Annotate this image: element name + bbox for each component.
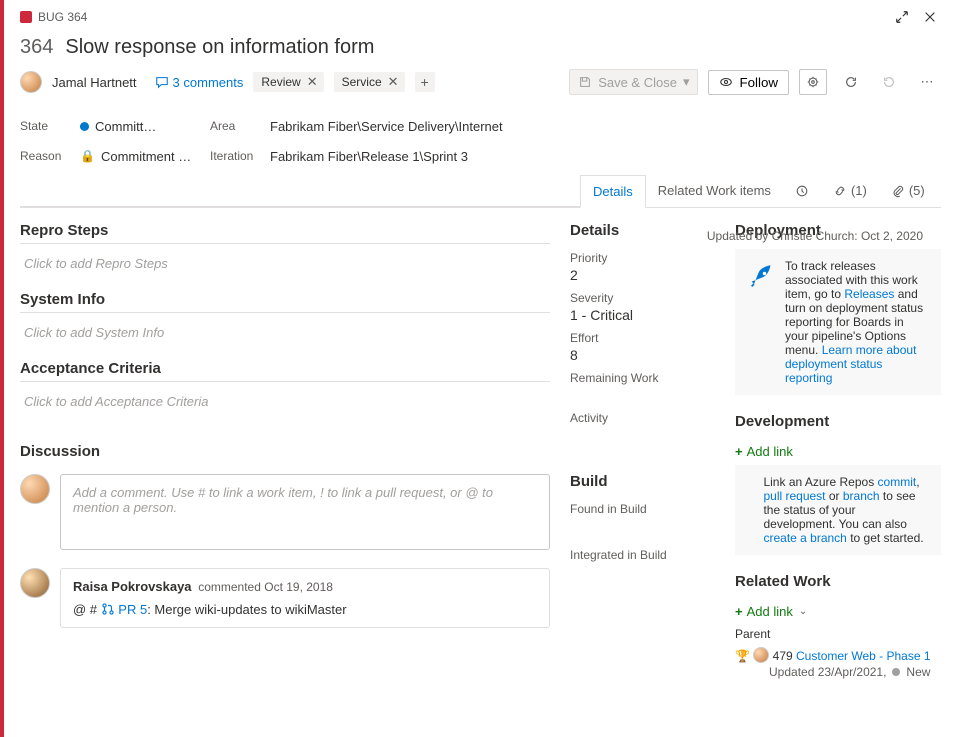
effort-label: Effort	[570, 331, 715, 345]
epic-icon: 🏆	[735, 649, 750, 663]
area-label: Area	[210, 111, 270, 141]
activity-label: Activity	[570, 411, 715, 425]
updated-by-text: Updated by Christie Church: Oct 2, 2020	[707, 229, 923, 243]
tag-service[interactable]: Service✕	[334, 72, 405, 92]
discussion-input[interactable]: Add a comment. Use # to link a work item…	[60, 474, 550, 550]
commit-link[interactable]: commit	[878, 475, 917, 489]
discussion-heading: Discussion	[20, 443, 550, 464]
work-item-id: 364	[20, 36, 53, 59]
system-info-heading: System Info	[20, 291, 550, 313]
rocket-icon	[747, 263, 775, 291]
settings-icon[interactable]	[799, 69, 827, 95]
state-dot-icon	[80, 122, 89, 131]
parent-label: Parent	[735, 627, 941, 641]
comment-author-avatar	[20, 568, 50, 598]
pull-request-icon	[101, 602, 115, 616]
pull-request-link[interactable]: pull request	[763, 489, 825, 503]
tag-remove-icon[interactable]: ✕	[307, 74, 318, 90]
acceptance-criteria-input[interactable]: Click to add Acceptance Criteria	[20, 386, 550, 429]
tab-history[interactable]	[783, 175, 821, 207]
current-user-avatar	[20, 474, 50, 504]
assignee-name[interactable]: Jamal Hartnett	[52, 75, 137, 90]
add-tag-button[interactable]: +	[415, 72, 435, 92]
state-label: State	[20, 111, 80, 141]
link-icon	[833, 184, 847, 198]
iteration-label: Iteration	[210, 141, 270, 171]
save-icon	[578, 75, 592, 89]
attachment-icon	[891, 184, 905, 198]
comment-item: Raisa Pokrovskaya commented Oct 19, 2018…	[60, 568, 550, 628]
repro-steps-heading: Repro Steps	[20, 222, 550, 244]
tag-review[interactable]: Review✕	[253, 72, 323, 92]
remaining-work-label: Remaining Work	[570, 371, 715, 385]
details-heading: Details	[570, 222, 715, 243]
iteration-value[interactable]: Fabrikam Fiber\Release 1\Sprint 3	[270, 141, 941, 171]
work-item-type-id: BUG 364	[38, 10, 87, 24]
repro-steps-input[interactable]: Click to add Repro Steps	[20, 248, 550, 291]
comment-author[interactable]: Raisa Pokrovskaya	[73, 579, 192, 594]
work-item-title[interactable]: Slow response on information form	[65, 36, 374, 59]
remaining-work-value[interactable]	[570, 387, 715, 403]
priority-value[interactable]: 2	[570, 267, 715, 283]
tab-attachments[interactable]: (5)	[879, 175, 937, 207]
follow-button[interactable]: Follow	[708, 70, 789, 95]
severity-label: Severity	[570, 291, 715, 305]
refresh-icon[interactable]	[837, 69, 865, 95]
lock-icon: 🔒	[80, 149, 95, 163]
undo-icon[interactable]	[875, 69, 903, 95]
bug-type-icon	[20, 11, 32, 23]
priority-label: Priority	[570, 251, 715, 265]
tab-related[interactable]: Related Work items	[646, 175, 783, 207]
area-value[interactable]: Fabrikam Fiber\Service Delivery\Internet	[270, 111, 941, 141]
severity-value[interactable]: 1 - Critical	[570, 307, 715, 323]
comment-icon	[155, 75, 169, 89]
chevron-down-icon: ⌄	[799, 606, 807, 617]
system-info-input[interactable]: Click to add System Info	[20, 317, 550, 360]
comment-body: @ # PR 5: Merge wiki-updates to wikiMast…	[73, 602, 537, 617]
save-close-button: Save & Close ▾	[569, 69, 698, 95]
parent-meta: Updated 23/Apr/2021, New	[769, 665, 941, 679]
build-heading: Build	[570, 473, 715, 494]
pr-link[interactable]: PR 5	[101, 602, 148, 617]
reason-label: Reason	[20, 141, 80, 171]
tab-details[interactable]: Details	[580, 175, 646, 208]
related-work-heading: Related Work	[735, 573, 941, 594]
tab-links[interactable]: (1)	[821, 175, 879, 207]
create-branch-link[interactable]: create a branch	[763, 531, 846, 545]
found-in-build-value[interactable]	[570, 518, 715, 534]
dev-add-link-button[interactable]: +Add link	[735, 444, 793, 459]
effort-value[interactable]: 8	[570, 347, 715, 363]
history-icon	[795, 184, 809, 198]
deployment-info: To track releases associated with this w…	[735, 249, 941, 395]
expand-icon[interactable]	[891, 6, 913, 28]
assignee-avatar[interactable]	[20, 71, 42, 93]
development-info: Link an Azure Repos commit, pull request…	[735, 465, 941, 555]
integrated-in-build-label: Integrated in Build	[570, 548, 715, 562]
activity-value[interactable]	[570, 427, 715, 443]
parent-title-link[interactable]: Customer Web - Phase 1	[796, 649, 931, 663]
state-value[interactable]: Committ…	[80, 111, 210, 141]
parent-work-item[interactable]: 🏆 479 Customer Web - Phase 1	[735, 647, 941, 663]
eye-icon	[719, 75, 733, 89]
comment-timestamp: commented Oct 19, 2018	[198, 580, 333, 594]
tag-remove-icon[interactable]: ✕	[388, 74, 399, 90]
found-in-build-label: Found in Build	[570, 502, 715, 516]
reason-value[interactable]: 🔒Commitment …	[80, 141, 210, 171]
state-dot-icon	[892, 668, 900, 676]
more-actions-icon[interactable]: ⋯	[913, 69, 941, 95]
acceptance-criteria-heading: Acceptance Criteria	[20, 360, 550, 382]
related-add-link-button[interactable]: +Add link⌄	[735, 604, 807, 619]
branch-link[interactable]: branch	[843, 489, 880, 503]
releases-link[interactable]: Releases	[844, 287, 894, 301]
close-icon[interactable]	[919, 6, 941, 28]
comments-link[interactable]: 3 comments	[155, 75, 244, 90]
parent-assignee-avatar	[753, 647, 769, 663]
development-heading: Development	[735, 413, 941, 434]
